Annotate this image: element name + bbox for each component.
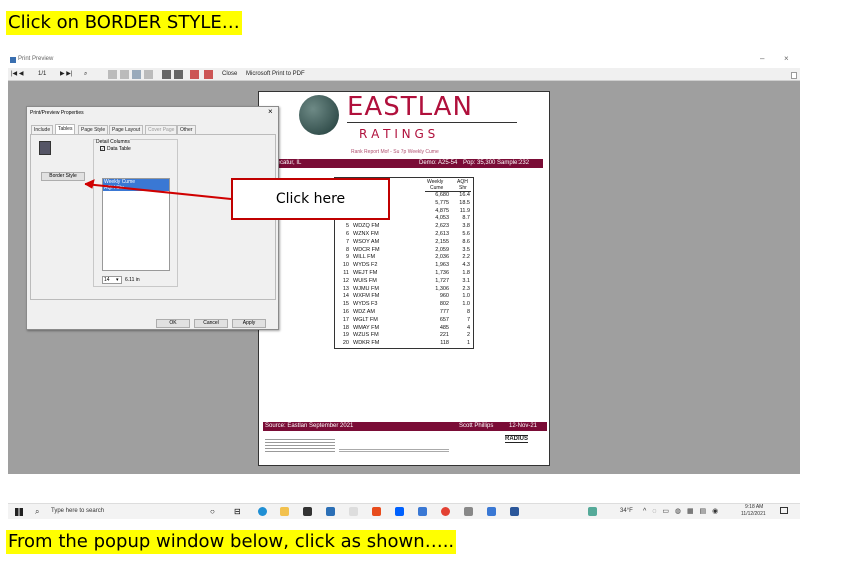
callout-arrow <box>84 179 232 200</box>
notification-icon[interactable] <box>780 507 788 514</box>
office-icon[interactable] <box>372 507 381 516</box>
taskbar-search-input[interactable]: Type here to search <box>51 508 104 514</box>
taskbar: ⌕ Type here to search ○ ⊟ 34°F ^ ◌ ▭ ◍ ▦… <box>8 503 800 519</box>
app-icon-gray[interactable] <box>464 507 473 516</box>
cortana-icon[interactable]: ○ <box>210 507 215 516</box>
weather-label[interactable]: 34°F <box>620 508 633 514</box>
edge-icon[interactable] <box>258 507 267 516</box>
clock-time[interactable]: 9:18 AM <box>745 504 763 510</box>
task-view-icon[interactable]: ⊟ <box>234 507 241 516</box>
start-icon[interactable] <box>15 508 23 516</box>
chrome-icon[interactable] <box>441 507 450 516</box>
app-icon-blue[interactable] <box>418 507 427 516</box>
outlook-icon[interactable] <box>487 507 496 516</box>
search-icon[interactable]: ⌕ <box>35 507 39 517</box>
click-here-callout: Click here <box>231 178 390 220</box>
amazon-icon[interactable] <box>349 507 358 516</box>
system-app-icon[interactable] <box>588 507 597 516</box>
store-icon[interactable] <box>303 507 312 516</box>
clock-date[interactable]: 11/12/2021 <box>741 511 766 517</box>
mail-icon[interactable] <box>326 507 335 516</box>
file-explorer-icon[interactable] <box>280 507 289 516</box>
tray-icons[interactable]: ^ ◌ ▭ ◍ ▦ ▤ ◉ <box>643 507 720 515</box>
dropbox-icon[interactable] <box>395 507 404 516</box>
word-icon[interactable] <box>510 507 519 516</box>
